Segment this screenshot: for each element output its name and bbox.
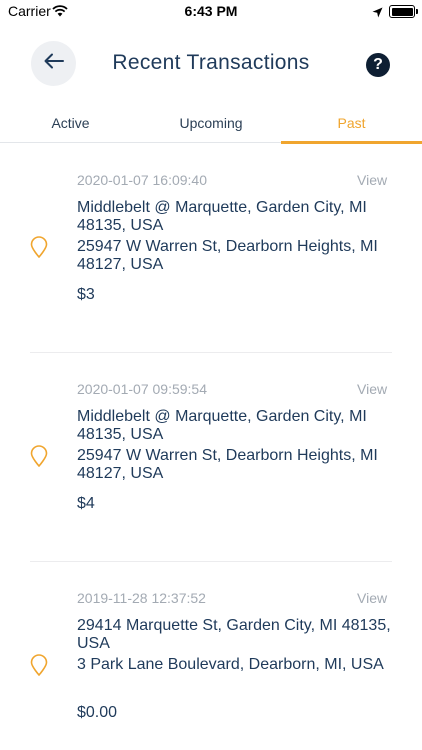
help-button[interactable]: ? (366, 53, 390, 77)
transaction-timestamp: 2020-01-07 09:59:54 (77, 381, 207, 397)
transaction-list: 2020-01-07 16:09:40 View Middlebelt @ Ma… (0, 144, 422, 750)
map-pin-icon (30, 445, 48, 472)
transaction-card[interactable]: 2020-01-07 16:09:40 View Middlebelt @ Ma… (0, 144, 422, 353)
transaction-price: $3 (77, 286, 95, 303)
transaction-price: $4 (77, 495, 95, 512)
tab-past[interactable]: Past (281, 103, 422, 144)
transaction-timestamp: 2019-11-28 12:37:52 (77, 590, 206, 606)
map-pin-icon (30, 236, 48, 263)
map-pin-icon (30, 654, 48, 681)
tab-bar: Active Upcoming Past (0, 103, 422, 144)
destination-address: 25947 W Warren St, Dearborn Heights, MI … (77, 238, 378, 273)
page-title: Recent Transactions (112, 51, 310, 74)
tab-active[interactable]: Active (0, 103, 141, 143)
origin-address: Middlebelt @ Marquette, Garden City, MI … (77, 408, 367, 443)
status-bar: Carrier 6:43 PM (0, 0, 422, 24)
transaction-timestamp: 2020-01-07 16:09:40 (77, 172, 207, 188)
destination-address: 25947 W Warren St, Dearborn Heights, MI … (77, 447, 378, 482)
location-arrow-icon (372, 5, 383, 23)
transaction-price: $0.00 (77, 704, 118, 721)
status-time: 6:43 PM (184, 3, 238, 19)
transaction-card[interactable]: 2019-11-28 12:37:52 View 29414 Marquette… (0, 562, 422, 750)
view-link[interactable]: View (357, 381, 387, 397)
header: Recent Transactions ? (0, 38, 422, 92)
view-link[interactable]: View (357, 172, 387, 188)
transaction-card[interactable]: 2020-01-07 09:59:54 View Middlebelt @ Ma… (0, 353, 422, 562)
origin-address: 29414 Marquette St, Garden City, MI 4813… (77, 617, 391, 652)
view-link[interactable]: View (357, 590, 387, 606)
destination-address: 3 Park Lane Boulevard, Dearborn, MI, USA (77, 656, 384, 673)
origin-address: Middlebelt @ Marquette, Garden City, MI … (77, 199, 367, 234)
battery-icon (389, 5, 418, 18)
tab-upcoming[interactable]: Upcoming (141, 103, 281, 143)
